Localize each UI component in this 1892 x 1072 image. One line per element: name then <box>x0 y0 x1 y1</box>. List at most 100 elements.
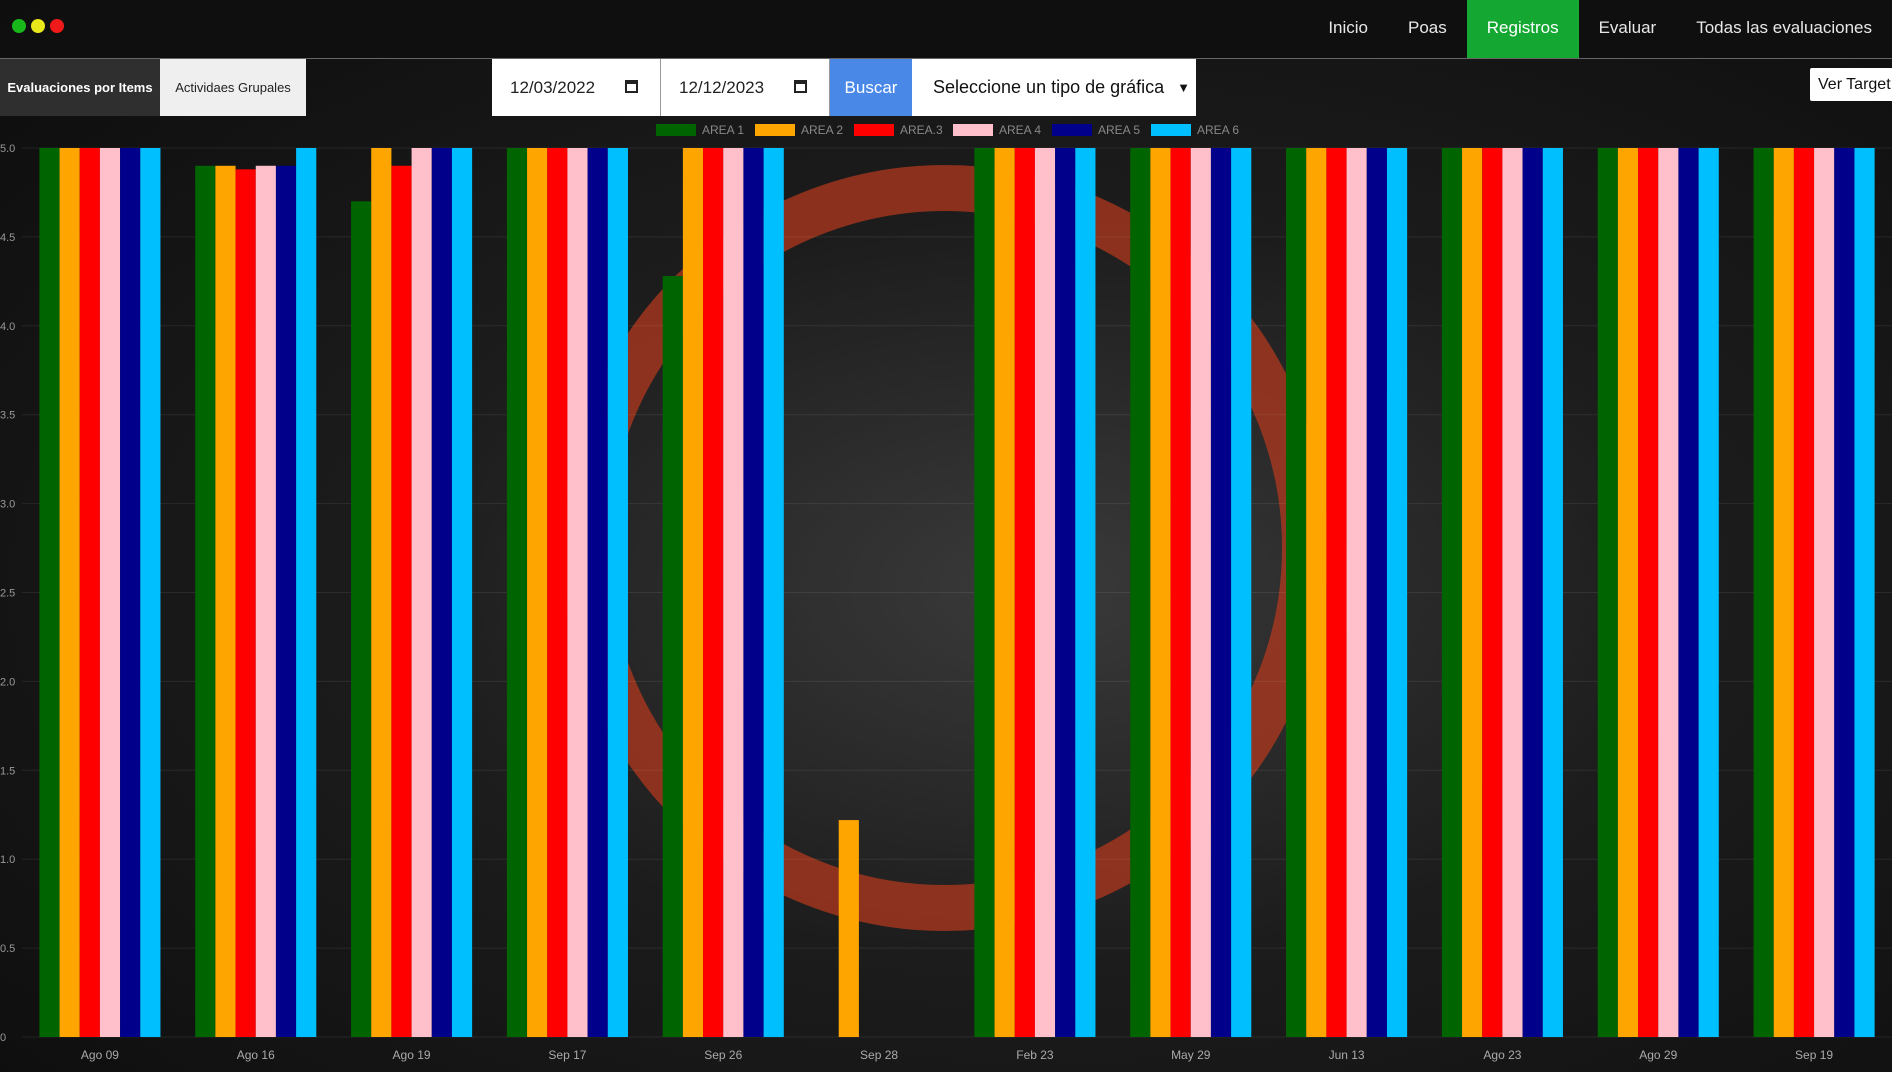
legend-label: AREA 6 <box>1197 123 1239 137</box>
legend-swatch <box>854 124 894 136</box>
y-tick-label: 0 <box>0 1032 6 1044</box>
bar <box>215 165 236 1037</box>
bar <box>1075 148 1096 1037</box>
x-tick-label: May 29 <box>1171 1048 1211 1062</box>
bar <box>1462 148 1483 1037</box>
bar <box>1346 148 1367 1037</box>
legend-label: AREA 2 <box>801 123 843 137</box>
bar <box>974 148 995 1037</box>
bar <box>607 148 628 1037</box>
x-tick-label: Ago 19 <box>393 1048 431 1062</box>
calendar-icon[interactable] <box>625 80 638 93</box>
bar <box>1366 148 1387 1037</box>
nav-item-poas[interactable]: Poas <box>1388 0 1467 58</box>
bar <box>195 165 216 1037</box>
bar <box>235 169 256 1037</box>
window-control-dot[interactable] <box>50 19 64 33</box>
bar <box>743 148 764 1037</box>
chart-type-select[interactable]: Seleccione un tipo de gráfica ▼ <box>912 59 1196 116</box>
bar <box>431 148 452 1037</box>
bar <box>1055 148 1076 1037</box>
bar <box>59 148 80 1037</box>
bar <box>1678 148 1699 1037</box>
bar <box>723 148 744 1037</box>
bar <box>1834 148 1855 1037</box>
bar <box>1014 148 1035 1037</box>
bar <box>255 165 276 1037</box>
y-tick-label: 1.0 <box>0 854 15 866</box>
date-to-input[interactable]: 12/12/2023 <box>661 59 830 116</box>
bar <box>1130 148 1151 1037</box>
bar <box>1773 148 1794 1037</box>
x-tick-label: Sep 26 <box>704 1048 742 1062</box>
bar <box>1542 148 1563 1037</box>
chart-type-selected: Seleccione un tipo de gráfica <box>933 77 1165 97</box>
legend-swatch <box>755 124 795 136</box>
bar <box>351 201 372 1038</box>
x-tick-label: Ago 16 <box>237 1048 275 1062</box>
x-tick-label: Ago 09 <box>81 1048 119 1062</box>
date-from-input[interactable]: 12/03/2022 <box>492 59 661 116</box>
bar <box>275 165 297 1037</box>
x-tick-label: Ago 29 <box>1639 1048 1677 1062</box>
bar <box>1441 148 1463 1037</box>
ver-target-button[interactable]: Ver Target <box>1810 68 1892 101</box>
bar <box>662 276 683 1037</box>
bar <box>1231 148 1252 1037</box>
bar <box>1522 148 1543 1037</box>
bar <box>703 148 724 1037</box>
x-tick-label: Sep 17 <box>548 1048 586 1062</box>
y-tick-label: 3.5 <box>0 410 15 422</box>
bar <box>1034 148 1056 1037</box>
bar <box>1210 148 1232 1037</box>
tab-evaluaciones-por-items[interactable]: Evaluaciones por Items <box>0 59 160 116</box>
bar <box>1793 148 1815 1037</box>
bar <box>99 148 121 1037</box>
window-controls <box>12 19 64 33</box>
top-navbar: Inicio Poas Registros Evaluar Todas las … <box>0 0 1892 59</box>
bar <box>527 148 548 1037</box>
bar <box>39 148 60 1037</box>
bar <box>838 820 859 1037</box>
nav-item-inicio[interactable]: Inicio <box>1308 0 1388 58</box>
bar <box>1386 148 1408 1037</box>
date-to-value: 12/12/2023 <box>679 78 765 97</box>
x-tick-label: Jun 13 <box>1329 1048 1365 1062</box>
bar <box>1190 148 1211 1037</box>
bar <box>1150 148 1171 1037</box>
bar <box>1698 148 1719 1037</box>
bar <box>587 148 608 1037</box>
y-tick-label: 4.0 <box>0 321 15 333</box>
bar <box>120 148 141 1037</box>
bar <box>391 165 412 1037</box>
nav-item-registros[interactable]: Registros <box>1466 0 1579 58</box>
search-button[interactable]: Buscar <box>830 59 912 116</box>
bar <box>1597 148 1618 1037</box>
legend-swatch <box>1151 124 1191 136</box>
calendar-icon[interactable] <box>794 80 807 93</box>
tab-actividades-grupales[interactable]: Actividaes Grupales <box>160 59 306 116</box>
bar <box>1502 148 1523 1037</box>
main-nav: Inicio Poas Registros Evaluar Todas las … <box>1308 0 1892 58</box>
bar <box>1658 148 1679 1037</box>
window-control-dot[interactable] <box>12 19 26 33</box>
bar <box>1482 148 1503 1037</box>
legend-swatch <box>1052 124 1092 136</box>
date-from-value: 12/03/2022 <box>510 78 596 97</box>
y-axis: 0 0.5 1.0 1.5 2.0 2.5 3.0 3.5 4.0 4.5 5.0 <box>0 143 15 1044</box>
nav-item-todas-las-evaluaciones[interactable]: Todas las evaluaciones <box>1676 0 1892 58</box>
legend-label: AREA.3 <box>900 123 943 137</box>
bar <box>371 148 392 1037</box>
bar <box>547 148 568 1037</box>
bar <box>1170 148 1191 1037</box>
bar <box>682 148 704 1037</box>
y-tick-label: 3.0 <box>0 499 15 511</box>
bar <box>140 148 161 1037</box>
bar <box>296 148 317 1037</box>
nav-item-evaluar[interactable]: Evaluar <box>1579 0 1677 58</box>
bar <box>1638 148 1659 1037</box>
y-tick-label: 0.5 <box>0 943 15 955</box>
window-control-dot[interactable] <box>31 19 45 33</box>
y-tick-label: 2.0 <box>0 676 15 688</box>
x-axis: Ago 09 Ago 16 Ago 19 Sep 17 Sep 26 Sep 28 Feb … <box>81 1048 1834 1062</box>
